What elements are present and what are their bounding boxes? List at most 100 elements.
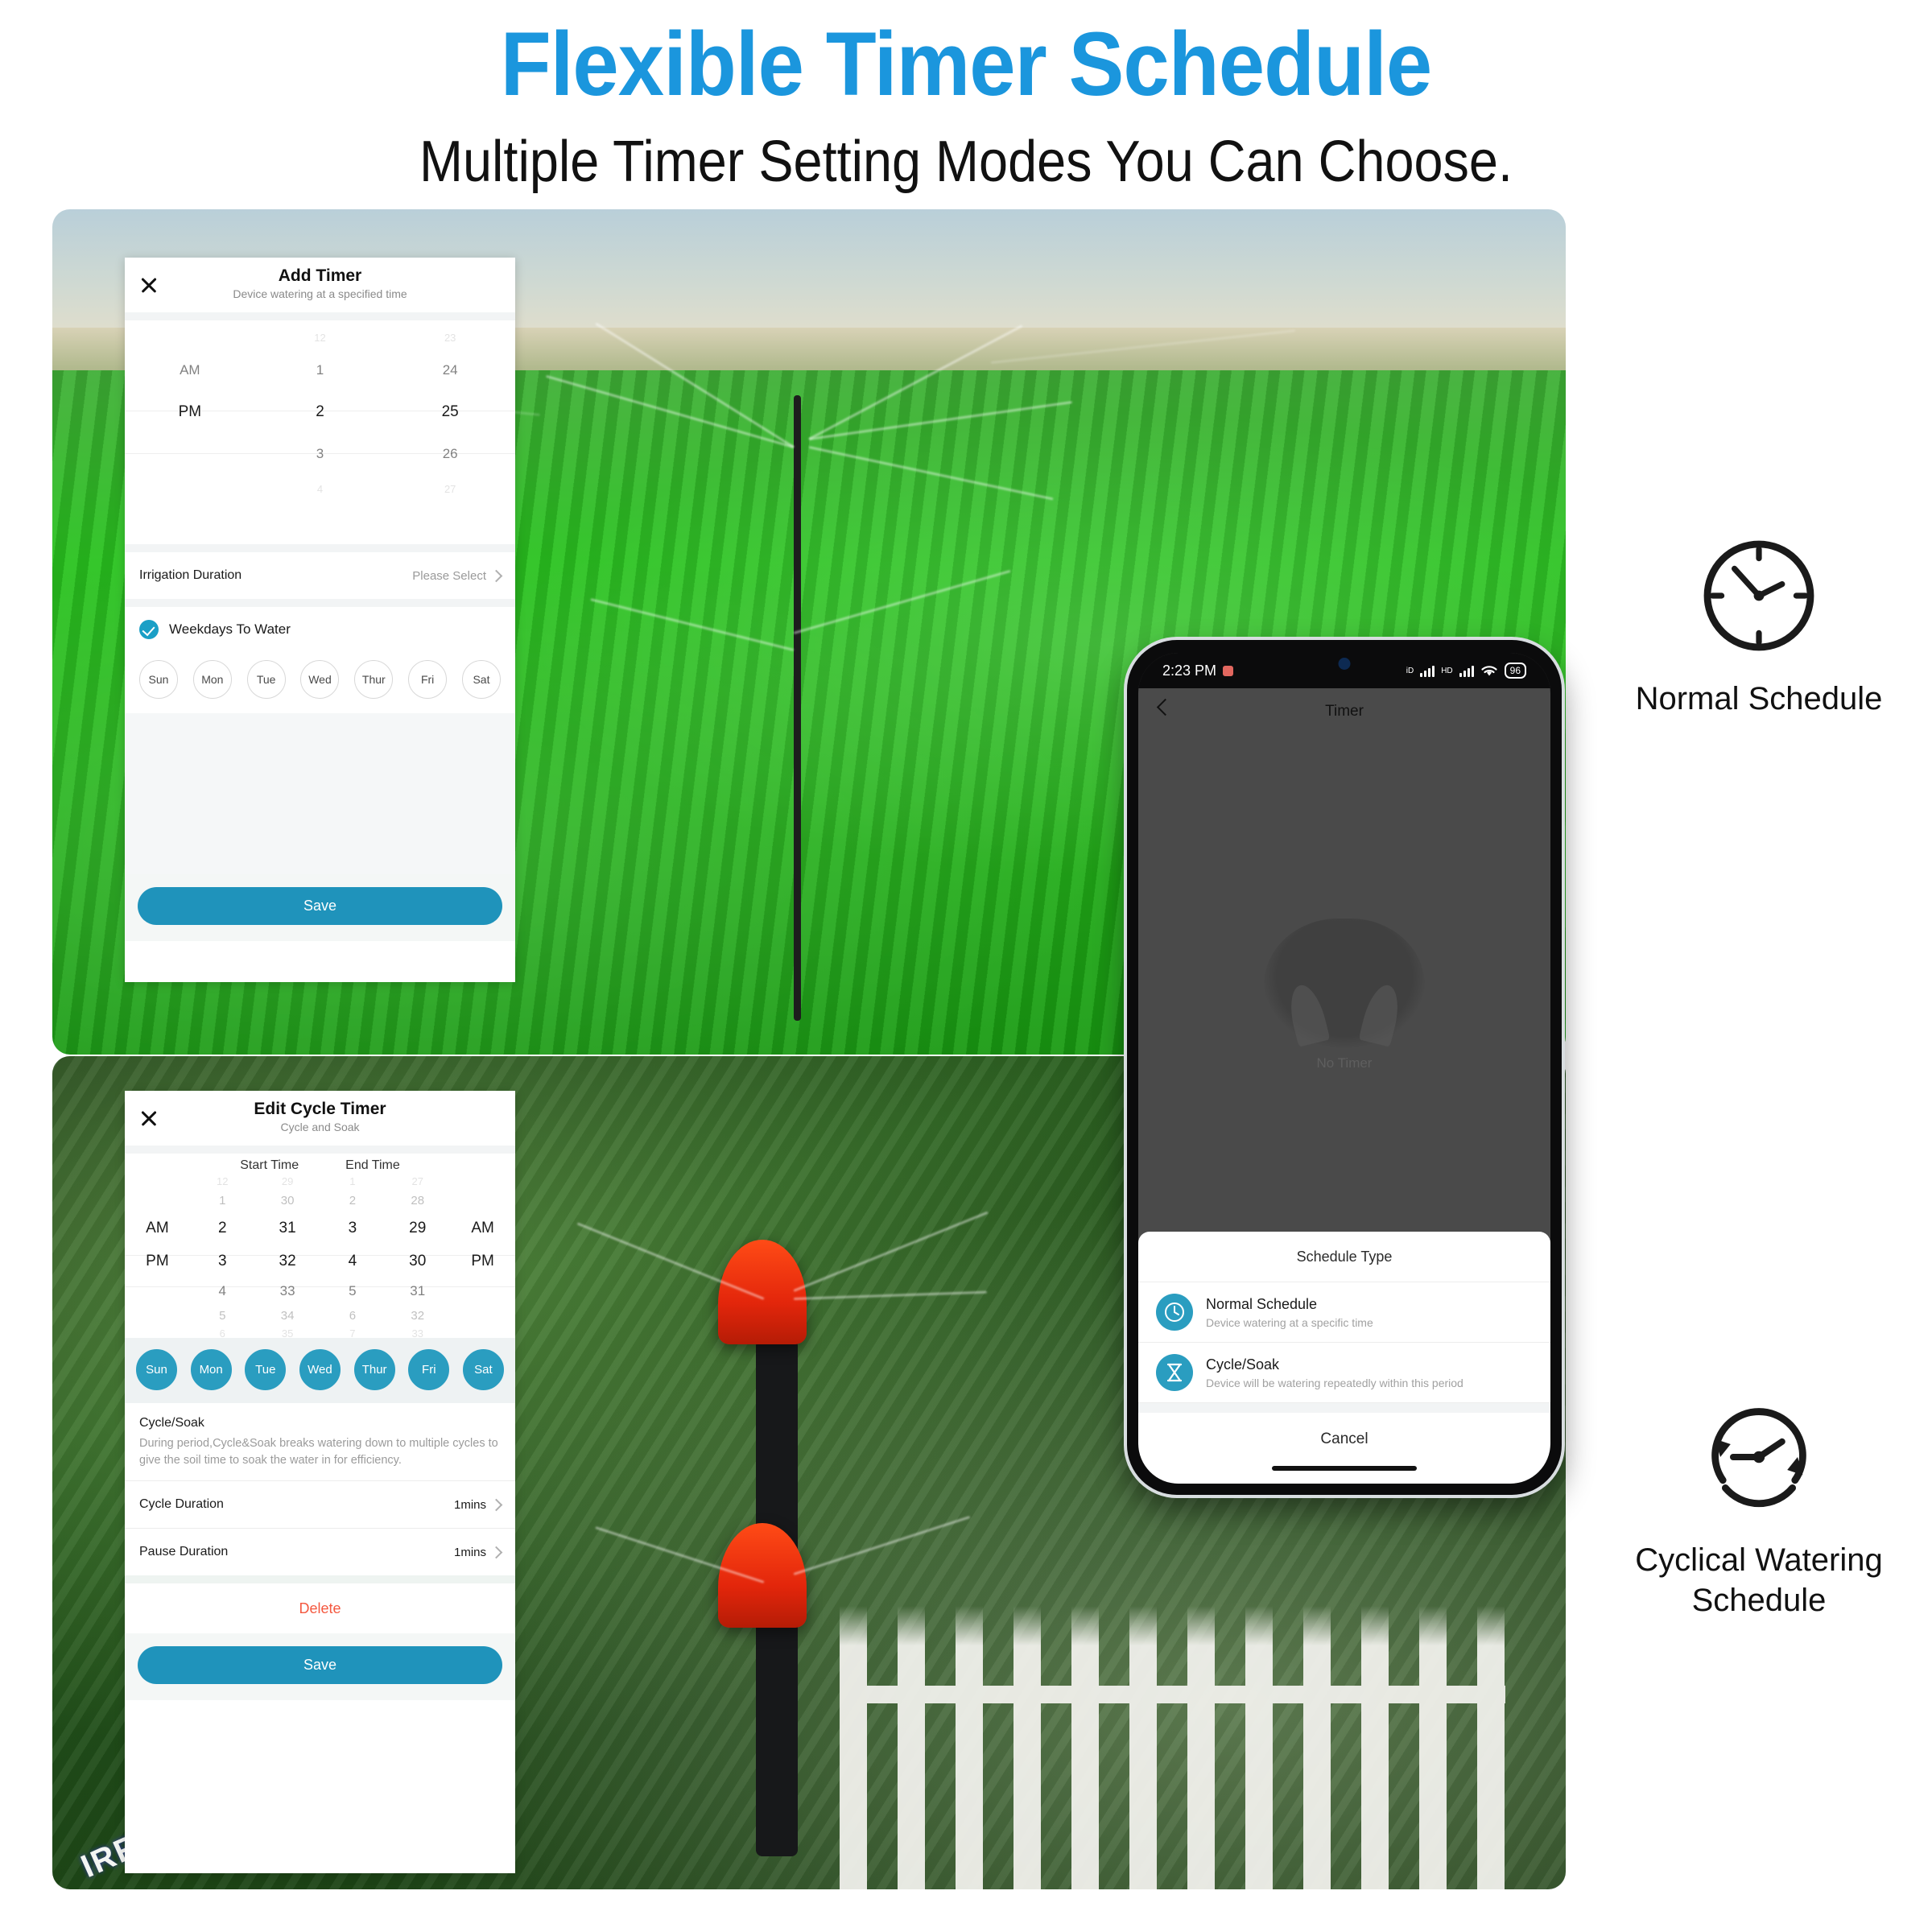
start-minute-cell: 34 [280,1308,295,1323]
start-minute-selected: 32 [279,1253,296,1269]
page-subtitle: Multiple Timer Setting Modes You Can Cho… [419,130,1513,194]
day-chip-sun[interactable]: Sun [139,660,178,699]
save-button-container: Save [125,874,515,941]
status-bar: 2:23 PM iD HD 96 [1138,653,1550,688]
picker-hour-selected: 2 [316,403,324,420]
picker-meridiem-cell: AM [180,362,200,378]
day-chip-wed[interactable]: Wed [299,1349,341,1390]
legend-cyclical-schedule: Cyclical Watering Schedule [1590,1393,1928,1620]
card-header: Edit Cycle Timer Cycle and Soak [125,1091,515,1146]
card-subtitle: Device watering at a specified time [233,287,407,300]
cycle-soak-section-body: During period,Cycle&Soak breaks watering… [125,1432,515,1481]
end-hour-cell: 1 [349,1174,356,1187]
start-hour-cell: 2 [217,1220,227,1236]
end-time-header: End Time [345,1158,400,1172]
cycle-duration-label: Cycle Duration [139,1497,224,1512]
weekday-selector[interactable]: Sun Mon Tue Wed Thur Fri Sat [125,652,515,713]
day-chip-sat[interactable]: Sat [462,1349,504,1390]
wifi-icon [1481,665,1497,675]
day-chip-mon[interactable]: Mon [192,660,232,699]
cyclical-clock-icon [1711,1408,1806,1508]
sheet-option-title: Normal Schedule [1206,1295,1318,1312]
day-chip-fri[interactable]: Fri [408,660,448,699]
irrigation-duration-row[interactable]: Irrigation Duration Please Select [125,552,515,599]
picker-minute-cell: 26 [442,446,458,461]
divider [1138,1403,1550,1413]
no-timer-text: No Timer [1316,1055,1373,1071]
end-minute-cell: 33 [411,1327,423,1340]
legend-normal-label: Normal Schedule [1635,681,1883,716]
empty-state: No Timer [1138,919,1550,1071]
start-hour-cell: 5 [219,1308,226,1323]
signal-bars-icon [1459,664,1474,677]
cancel-button[interactable]: Cancel [1138,1413,1550,1466]
clock-icon [1156,1294,1193,1331]
pause-duration-label: Pause Duration [139,1545,229,1559]
sheet-option-title: Cycle/Soak [1206,1356,1280,1373]
save-button[interactable]: Save [138,887,502,925]
card-title: Edit Cycle Timer [254,1100,386,1118]
picker-column-headers: Start Time End Time [125,1154,515,1173]
day-chip-sun[interactable]: Sun [136,1349,177,1390]
phone-nav-title: Timer [1325,703,1364,720]
check-circle-icon[interactable] [139,620,159,639]
sheet-option-normal-schedule[interactable]: Normal Schedule Device watering at a spe… [1138,1282,1550,1343]
end-hour-cell: 3 [348,1220,357,1236]
signal-bars-icon [1420,664,1435,677]
back-chevron-icon[interactable] [1156,698,1174,716]
cycle-duration-row[interactable]: Cycle Duration 1mins [125,1481,515,1529]
schedule-type-sheet: Schedule Type Normal Schedule Device wat… [1138,1232,1550,1484]
start-meridiem-selected: PM [146,1253,169,1269]
sheet-option-cycle-soak[interactable]: Cycle/Soak Device will be watering repea… [1138,1343,1550,1403]
status-bar-left: 2:23 PM [1162,663,1234,679]
legend-cyclical-label: Cyclical Watering Schedule [1590,1540,1928,1620]
weekday-selector[interactable]: Sun Mon Tue Wed Thur Fri Sat [125,1338,515,1403]
start-hour-cell: 1 [219,1193,226,1208]
sheet-option-text-wrap: Normal Schedule Device watering at a spe… [1206,1296,1373,1329]
close-icon[interactable] [138,274,160,296]
picker-minute-cell: 24 [442,362,458,378]
weekdays-to-water-checkbox-row[interactable]: Weekdays To Water [125,607,515,652]
day-chip-sat[interactable]: Sat [461,660,501,699]
irrigation-duration-label: Irrigation Duration [139,568,242,582]
end-meridiem-am: AM [471,1220,494,1236]
save-button[interactable]: Save [138,1646,502,1685]
sprinkler-pipe [794,395,802,1021]
day-chip-tue[interactable]: Tue [246,660,286,699]
sheet-option-text-wrap: Cycle/Soak Device will be watering repea… [1206,1356,1463,1389]
end-minute-selected: 30 [409,1253,427,1269]
cycle-time-picker[interactable]: 12 29 1 27 1 30 2 28 AM 2 31 3 29 AM PM … [125,1173,515,1340]
day-chip-mon[interactable]: Mon [190,1349,232,1390]
day-chip-thur[interactable]: Thur [353,1349,395,1390]
picker-hour-cell: 1 [316,362,324,378]
page-title: Flexible Timer Schedule [500,14,1433,114]
sheet-option-subtitle: Device will be watering repeatedly withi… [1206,1376,1463,1389]
start-minute-cell: 33 [279,1283,295,1298]
divider [125,599,515,607]
pause-duration-row[interactable]: Pause Duration 1mins [125,1529,515,1576]
irrigation-duration-value-wrap: Please Select [412,568,503,583]
picket-fence [839,1606,1506,1889]
battery-indicator: 96 [1504,663,1526,679]
time-picker[interactable]: 12 23 AM 1 24 PM 2 25 3 26 4 27 [125,320,515,544]
start-time-header: Start Time [240,1158,299,1172]
end-hour-cell: 5 [349,1283,357,1298]
day-chip-thur[interactable]: Thur [354,660,394,699]
close-icon[interactable] [138,1107,160,1129]
phone-nav-bar: Timer [1138,688,1550,735]
day-chip-wed[interactable]: Wed [300,660,340,699]
start-minute-cell: 29 [281,1174,294,1187]
day-chip-tue[interactable]: Tue [245,1349,287,1390]
cycle-duration-value-wrap: 1mins [454,1498,503,1512]
end-minute-cell: 29 [409,1220,427,1236]
sheet-title: Schedule Type [1138,1232,1550,1282]
delete-button[interactable]: Delete [125,1583,515,1634]
divider [125,312,515,320]
chevron-right-icon [489,1498,503,1511]
irrigation-duration-value: Please Select [412,568,486,583]
weekdays-to-water-label: Weekdays To Water [169,621,291,637]
status-bar-right: iD HD 96 [1406,663,1526,679]
start-minute-cell: 31 [279,1220,296,1236]
day-chip-fri[interactable]: Fri [408,1349,450,1390]
edit-cycle-timer-dialog: Edit Cycle Timer Cycle and Soak Start Ti… [125,1091,515,1873]
